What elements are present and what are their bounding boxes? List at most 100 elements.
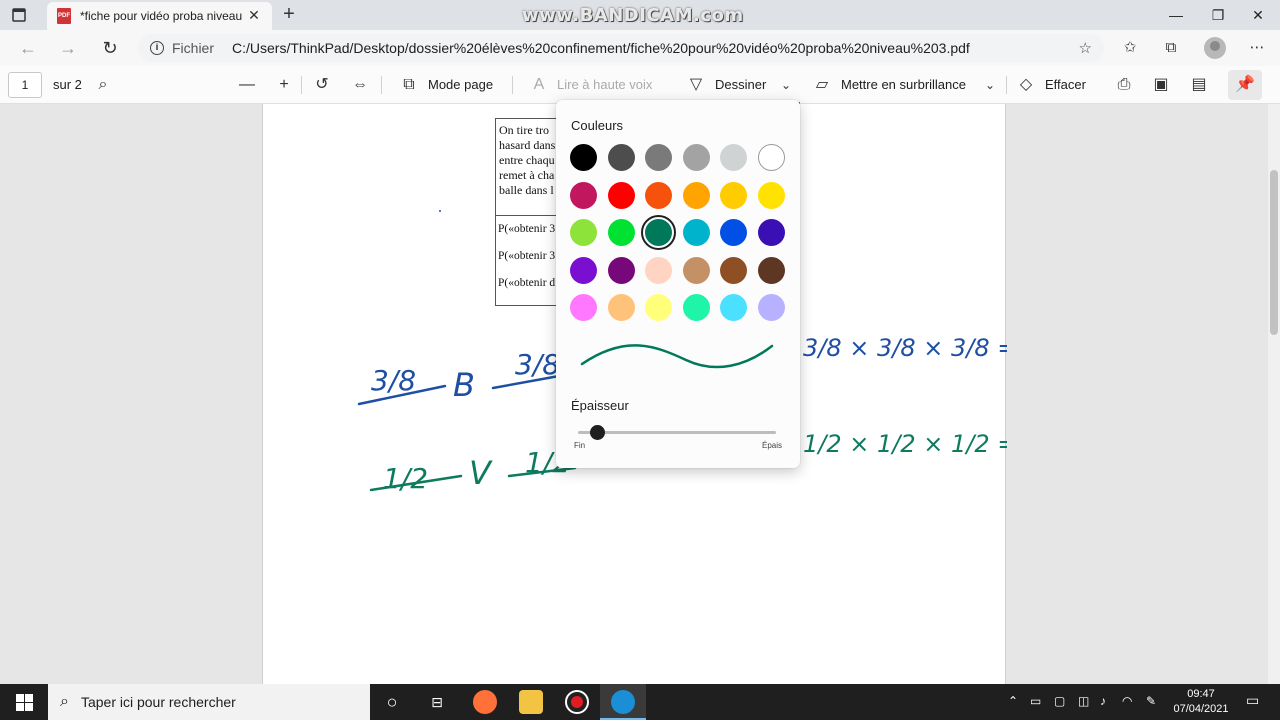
add-favorite-icon[interactable]: ☆ [1079,39,1092,57]
ink-fraction: 1/2 [383,462,428,495]
taskbar-search[interactable]: ⌕ Taper ici pour rechercher [48,684,370,720]
print-icon[interactable]: ⎙ [1114,75,1134,95]
page-number-input[interactable]: 1 [8,72,42,98]
tray-overflow-icon[interactable]: ⌃ [1008,694,1018,708]
microphone-icon[interactable]: ♪ [1100,694,1106,708]
url-text[interactable]: C:/Users/ThinkPad/Desktop/dossier%20élèv… [232,40,1032,56]
draw-options-chevron-icon[interactable]: ⌄ [776,75,796,95]
url-field[interactable]: i Fichier C:/Users/ThinkPad/Desktop/doss… [138,34,1104,62]
color-swatch[interactable] [607,219,635,246]
meet-now-icon[interactable]: ▢ [1054,694,1065,708]
color-swatch[interactable] [645,294,672,321]
color-swatch[interactable] [720,181,747,209]
refresh-icon[interactable]: ↻ [100,38,120,58]
thick-label: Épais [762,441,783,450]
windows-start-icon[interactable] [16,694,33,711]
pin-toolbar-icon[interactable]: 📌 [1228,70,1262,100]
color-swatch[interactable] [720,144,747,171]
color-swatch[interactable] [682,144,710,171]
collections-icon[interactable]: ⧉ [1162,39,1180,57]
scrollbar-thumb[interactable] [1270,170,1278,335]
color-swatch[interactable] [757,256,785,284]
cortana-icon[interactable]: ○ [380,690,404,714]
color-swatch[interactable] [720,219,747,246]
more-menu-icon[interactable]: ⋯ [1248,39,1266,57]
thickness-slider-thumb[interactable] [590,425,606,440]
edge-icon [611,690,635,714]
vertical-scrollbar[interactable] [1268,104,1280,684]
color-swatch[interactable] [607,294,635,321]
zoom-out-icon[interactable]: — [237,75,257,95]
color-swatch[interactable] [570,181,597,209]
new-tab-icon[interactable]: + [279,4,299,24]
clock[interactable]: 09:47 07/04/2021 [1170,687,1232,717]
battery-icon[interactable]: ▭ [1030,694,1041,708]
tab-actions-icon[interactable] [10,6,28,24]
color-swatch[interactable] [682,256,710,284]
forward-icon[interactable]: → [58,38,78,58]
ink-letter: V [469,454,493,492]
color-swatch[interactable] [682,294,710,321]
color-swatch[interactable] [720,256,747,284]
color-swatch[interactable] [757,294,785,321]
favorites-icon[interactable]: ✩ [1121,39,1139,57]
taskbar-firefox[interactable] [462,684,508,720]
color-swatch[interactable] [645,256,672,284]
restore-icon[interactable]: ❐ [1208,5,1228,25]
close-window-icon[interactable]: ✕ [1248,5,1268,25]
notifications-icon[interactable]: ▭ [1246,692,1259,709]
task-view-icon[interactable]: ⊟ [425,690,449,714]
save-icon[interactable]: ▣ [1151,75,1171,95]
back-icon[interactable]: ← [18,38,38,58]
highlight-button[interactable]: Mettre en surbrillance [841,77,966,92]
thickness-heading: Épaisseur [571,398,629,413]
erase-button[interactable]: Effacer [1045,77,1086,92]
page-view-button[interactable]: Mode page [428,77,493,92]
wifi-icon[interactable]: ◠ [1122,694,1132,708]
address-bar: ← → ↻ i Fichier C:/Users/ThinkPad/Deskto… [0,30,1280,66]
color-swatch[interactable] [682,181,710,209]
color-swatch[interactable] [641,215,676,250]
color-swatch[interactable] [607,256,635,284]
pen-icon[interactable]: ✎ [1146,694,1156,708]
highlight-options-chevron-icon[interactable]: ⌄ [980,75,1000,95]
color-swatch[interactable] [757,219,785,246]
taskbar-file-explorer[interactable] [508,684,554,720]
separator [1006,76,1007,94]
color-swatch[interactable] [570,256,597,284]
close-tab-icon[interactable]: ✕ [246,7,262,23]
eraser-icon[interactable]: ◇ [1016,75,1036,95]
color-swatch[interactable] [570,144,597,171]
fit-page-icon[interactable]: ⇔ [350,75,370,95]
color-swatch[interactable] [645,144,672,171]
color-swatch[interactable] [607,144,635,171]
draw-pen-icon[interactable]: ▽ [686,75,706,95]
highlight-icon[interactable]: ▱ [812,75,832,95]
profile-avatar[interactable] [1204,37,1226,59]
stroke-preview [580,344,774,369]
taskbar-bandicam[interactable] [554,684,600,720]
taskbar: ⌕ Taper ici pour rechercher ○ ⊟ ⌃ ▭ ▢ ◫ … [0,684,1280,720]
find-icon[interactable]: ⌕ [93,75,113,95]
color-swatch[interactable] [757,144,785,171]
info-icon[interactable]: i [150,41,164,55]
zoom-in-icon[interactable]: + [274,75,294,95]
color-swatch[interactable] [570,219,597,246]
color-swatch[interactable] [570,294,597,321]
page-view-icon[interactable]: ⧉ [399,75,419,95]
color-swatch[interactable] [682,219,710,246]
save-as-icon[interactable]: ▤ [1189,75,1209,95]
thickness-slider-track[interactable] [578,431,776,434]
folder-icon [519,690,543,714]
color-swatch[interactable] [645,181,672,209]
color-swatch[interactable] [720,294,747,321]
minimize-icon[interactable]: — [1166,5,1186,25]
tab-title: *fiche pour vidéo proba niveau 3 [80,9,245,23]
rotate-icon[interactable]: ↺ [312,75,332,95]
tab-pdf[interactable]: PDF *fiche pour vidéo proba niveau 3 ✕ [47,2,272,30]
draw-button[interactable]: Dessiner [715,77,766,92]
taskbar-edge[interactable] [600,684,646,720]
color-swatch[interactable] [607,181,635,209]
color-swatch[interactable] [757,181,785,209]
camera-icon[interactable]: ◫ [1078,694,1089,708]
